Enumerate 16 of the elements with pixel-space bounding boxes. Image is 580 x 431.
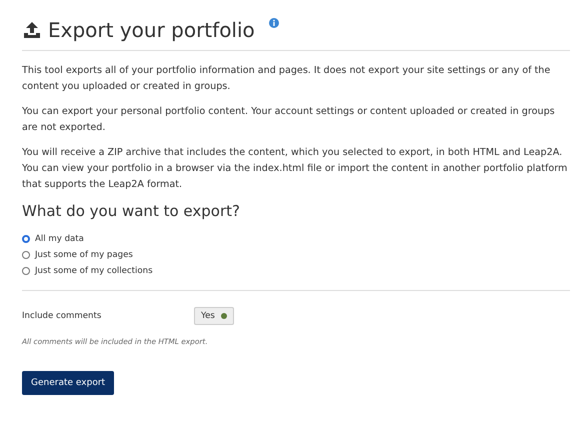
description-text: This tool exports all of your portfolio information and pages. It does not export your site settings or any of the content you uploaded or created in groups. [22, 64, 552, 94]
setting-label: Include comments [22, 311, 102, 321]
radio-label[interactable]: Just some of my pages [35, 250, 133, 260]
page-title: Export your portfolio [48, 18, 255, 42]
radio-label[interactable]: All my data [35, 234, 84, 244]
radio-button[interactable] [22, 251, 30, 259]
description-text: You can export your personal portfolio content. Your account settings or content uploaded or created in groups are not exported. [22, 105, 556, 135]
upload-icon [22, 21, 42, 39]
section-heading: What do you want to export? [22, 202, 241, 220]
radio-button[interactable] [22, 267, 30, 275]
description-text: You will receive a ZIP archive that includes the content, which you selected to export, in both HTML and Leap2A. You can view your portfolio in a browser via the index.html file or import the content in another portfolio platform that supports the Leap2A format. [22, 146, 568, 192]
radio-button[interactable] [22, 235, 30, 243]
toggle-switch[interactable]: Yes [194, 307, 234, 325]
info-icon[interactable] [268, 18, 279, 28]
radio-label[interactable]: Just some of my collections [35, 266, 153, 276]
generate-export-button[interactable]: Generate export [22, 371, 114, 395]
